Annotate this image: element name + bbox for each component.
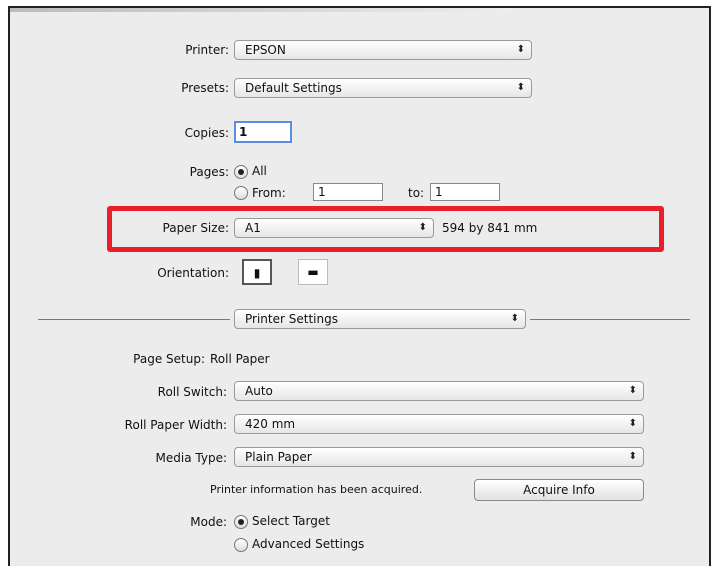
- section-select[interactable]: Printer Settings ⬍: [234, 309, 526, 329]
- pages-to-input[interactable]: 1: [430, 183, 500, 201]
- copies-input[interactable]: 1: [234, 121, 292, 143]
- pages-label: Pages:: [189, 165, 229, 179]
- roll-paper-width-value: 420 mm: [245, 417, 296, 431]
- roll-switch-select[interactable]: Auto ⬍: [234, 381, 644, 401]
- acquire-info-button[interactable]: Acquire Info: [474, 479, 644, 501]
- section-value: Printer Settings: [245, 312, 338, 326]
- print-dialog: Printer: EPSON ⬍ Presets: Default Settin…: [8, 6, 711, 566]
- printer-label: Printer:: [185, 43, 229, 57]
- media-type-value: Plain Paper: [245, 450, 312, 464]
- updown-arrows-icon: ⬍: [516, 44, 525, 55]
- divider-left: [38, 319, 230, 320]
- landscape-orientation-button[interactable]: ▬: [298, 259, 328, 285]
- updown-arrows-icon: ⬍: [628, 385, 637, 396]
- presets-label: Presets:: [181, 81, 229, 95]
- mode-select-target-radio[interactable]: [234, 515, 248, 529]
- pages-to-label: to:: [408, 186, 425, 200]
- copies-label: Copies:: [184, 126, 229, 140]
- pages-all-radio[interactable]: [234, 165, 248, 179]
- orientation-label: Orientation:: [157, 266, 229, 280]
- media-type-label: Media Type:: [155, 451, 227, 465]
- portrait-icon: ▮: [253, 266, 261, 280]
- page-setup-label: Page Setup:: [133, 352, 205, 366]
- updown-arrows-icon: ⬍: [628, 418, 637, 429]
- mode-label: Mode:: [190, 515, 227, 529]
- mode-advanced-settings-label: Advanced Settings: [252, 537, 365, 551]
- pages-from-label: From:: [252, 186, 286, 200]
- title-shadow: [10, 8, 510, 12]
- divider-right: [530, 319, 690, 320]
- landscape-icon: ▬: [307, 265, 319, 279]
- media-type-select[interactable]: Plain Paper ⬍: [234, 447, 644, 467]
- presets-select[interactable]: Default Settings ⬍: [234, 78, 532, 98]
- updown-arrows-icon: ⬍: [516, 82, 525, 93]
- updown-arrows-icon: ⬍: [628, 451, 637, 462]
- pages-all-label: All: [252, 164, 267, 178]
- roll-paper-width-select[interactable]: 420 mm ⬍: [234, 414, 644, 434]
- roll-paper-width-label: Roll Paper Width:: [124, 418, 227, 432]
- mode-select-target-label: Select Target: [252, 514, 330, 528]
- printer-info-text: Printer information has been acquired.: [210, 483, 423, 496]
- printer-select[interactable]: EPSON ⬍: [234, 40, 532, 60]
- portrait-orientation-button[interactable]: ▮: [242, 259, 272, 285]
- presets-value: Default Settings: [245, 81, 342, 95]
- pages-from-radio[interactable]: [234, 186, 248, 200]
- highlight-box: [107, 206, 664, 252]
- page-setup-value: Roll Paper: [210, 352, 270, 366]
- roll-switch-label: Roll Switch:: [157, 385, 227, 399]
- roll-switch-value: Auto: [245, 384, 273, 398]
- pages-from-input[interactable]: 1: [313, 183, 383, 201]
- mode-advanced-settings-radio[interactable]: [234, 538, 248, 552]
- updown-arrows-icon: ⬍: [510, 313, 519, 324]
- printer-value: EPSON: [245, 43, 286, 57]
